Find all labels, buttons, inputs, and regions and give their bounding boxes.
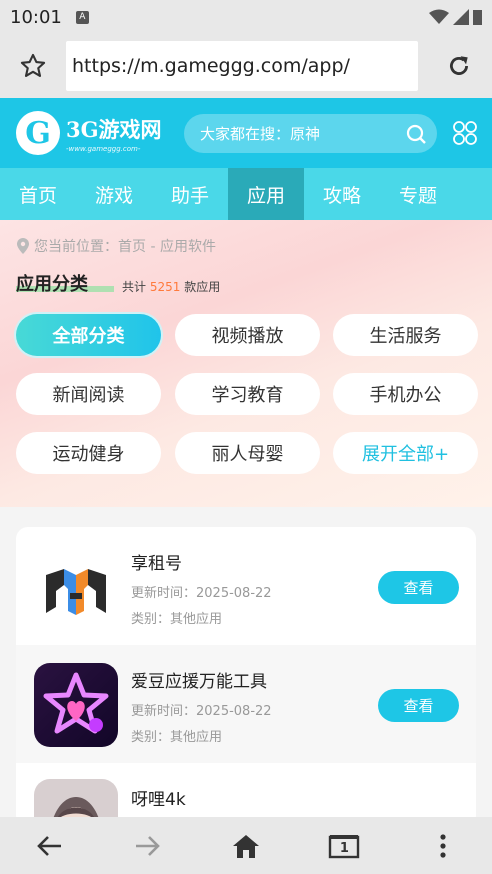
status-time: 10:01 bbox=[10, 6, 62, 28]
main-nav: 首页 游戏 助手 应用 攻略 专题 bbox=[0, 168, 492, 220]
app-list: 享租号 更新时间：2025-08-22 类别：其他应用 查看 爱豆应援万能工具 … bbox=[16, 527, 476, 827]
app-category: 类别：其他应用 bbox=[131, 612, 223, 627]
more-menu-icon[interactable] bbox=[413, 817, 473, 874]
count-number: 5251 bbox=[149, 280, 181, 294]
view-button[interactable]: 查看 bbox=[378, 689, 459, 722]
tab-count: 1 bbox=[339, 841, 349, 856]
app-name: 享租号 bbox=[131, 554, 182, 574]
category-all[interactable]: 全部分类 bbox=[16, 314, 161, 356]
app-updated: 更新时间：2025-08-22 bbox=[131, 586, 272, 601]
category-life[interactable]: 生活服务 bbox=[333, 314, 478, 356]
list-item[interactable]: 爱豆应援万能工具 更新时间：2025-08-22 类别：其他应用 查看 bbox=[16, 645, 476, 763]
nav-games[interactable]: 游戏 bbox=[76, 168, 152, 220]
wifi-icon bbox=[429, 9, 449, 24]
category-video[interactable]: 视频播放 bbox=[175, 314, 320, 356]
signal-icon bbox=[453, 9, 469, 25]
app-icon-aidou bbox=[34, 663, 118, 747]
search-icon[interactable] bbox=[405, 123, 427, 145]
app-icon-xiangzuhao bbox=[34, 545, 118, 629]
app-updated: 更新时间：2025-08-22 bbox=[131, 704, 272, 719]
browser-bottom-bar: 1 bbox=[0, 817, 492, 874]
address-bar[interactable]: https://m.gameggg.com/app/ bbox=[66, 41, 418, 91]
status-bar: 10:01 A bbox=[0, 0, 492, 34]
notification-icon: A bbox=[75, 10, 89, 24]
logo-mark: G bbox=[16, 111, 60, 155]
reload-icon[interactable] bbox=[426, 34, 492, 98]
breadcrumb-text: 您当前位置：首页 - 应用软件 bbox=[34, 239, 216, 255]
nav-apps[interactable]: 应用 bbox=[228, 168, 304, 220]
logo-name: 3G游戏网 bbox=[66, 116, 162, 142]
nav-topics[interactable]: 专题 bbox=[380, 168, 456, 220]
breadcrumb: 您当前位置：首页 - 应用软件 bbox=[16, 236, 216, 256]
location-pin-icon bbox=[17, 238, 29, 254]
forward-arrow-icon[interactable] bbox=[118, 817, 178, 874]
list-item[interactable]: 享租号 更新时间：2025-08-22 类别：其他应用 查看 bbox=[16, 527, 476, 645]
nav-helper[interactable]: 助手 bbox=[152, 168, 228, 220]
app-name: 爱豆应援万能工具 bbox=[131, 672, 267, 692]
count-suffix: 款应用 bbox=[184, 280, 221, 294]
battery-icon bbox=[473, 10, 482, 25]
count-prefix: 共计 bbox=[122, 280, 147, 294]
bookmark-star-icon[interactable] bbox=[0, 34, 66, 98]
app-name: 呀哩4k bbox=[131, 790, 186, 810]
category-section: 您当前位置：首页 - 应用软件 应用分类 共计 5251 款应用 全部分类 视频… bbox=[0, 220, 492, 507]
section-title: 应用分类 bbox=[16, 274, 88, 295]
nav-guides[interactable]: 攻略 bbox=[304, 168, 380, 220]
category-office[interactable]: 手机办公 bbox=[333, 373, 478, 415]
category-news[interactable]: 新闻阅读 bbox=[16, 373, 161, 415]
status-icons bbox=[429, 9, 482, 25]
home-icon[interactable] bbox=[216, 817, 276, 874]
tabs-icon[interactable]: 1 bbox=[314, 817, 374, 874]
site-header: G 3G游戏网 -www.gameggg.com- 大家都在搜：原神 bbox=[0, 98, 492, 168]
site-logo[interactable]: G 3G游戏网 -www.gameggg.com- bbox=[16, 108, 172, 158]
category-education[interactable]: 学习教育 bbox=[175, 373, 320, 415]
back-arrow-icon[interactable] bbox=[19, 817, 79, 874]
app-category: 类别：其他应用 bbox=[131, 730, 223, 745]
search-placeholder: 大家都在搜：原神 bbox=[200, 125, 321, 143]
category-sports[interactable]: 运动健身 bbox=[16, 432, 161, 474]
expand-all-button[interactable]: 展开全部+ bbox=[333, 432, 478, 474]
nav-home[interactable]: 首页 bbox=[0, 168, 76, 220]
search-input[interactable]: 大家都在搜：原神 bbox=[184, 114, 437, 153]
logo-url: -www.gameggg.com- bbox=[66, 144, 141, 153]
view-button[interactable]: 查看 bbox=[378, 571, 459, 604]
app-count: 共计 5251 款应用 bbox=[122, 278, 220, 295]
category-mother-baby[interactable]: 丽人母婴 bbox=[175, 432, 320, 474]
menu-grid-icon[interactable] bbox=[452, 120, 478, 146]
browser-toolbar: https://m.gameggg.com/app/ bbox=[0, 34, 492, 98]
